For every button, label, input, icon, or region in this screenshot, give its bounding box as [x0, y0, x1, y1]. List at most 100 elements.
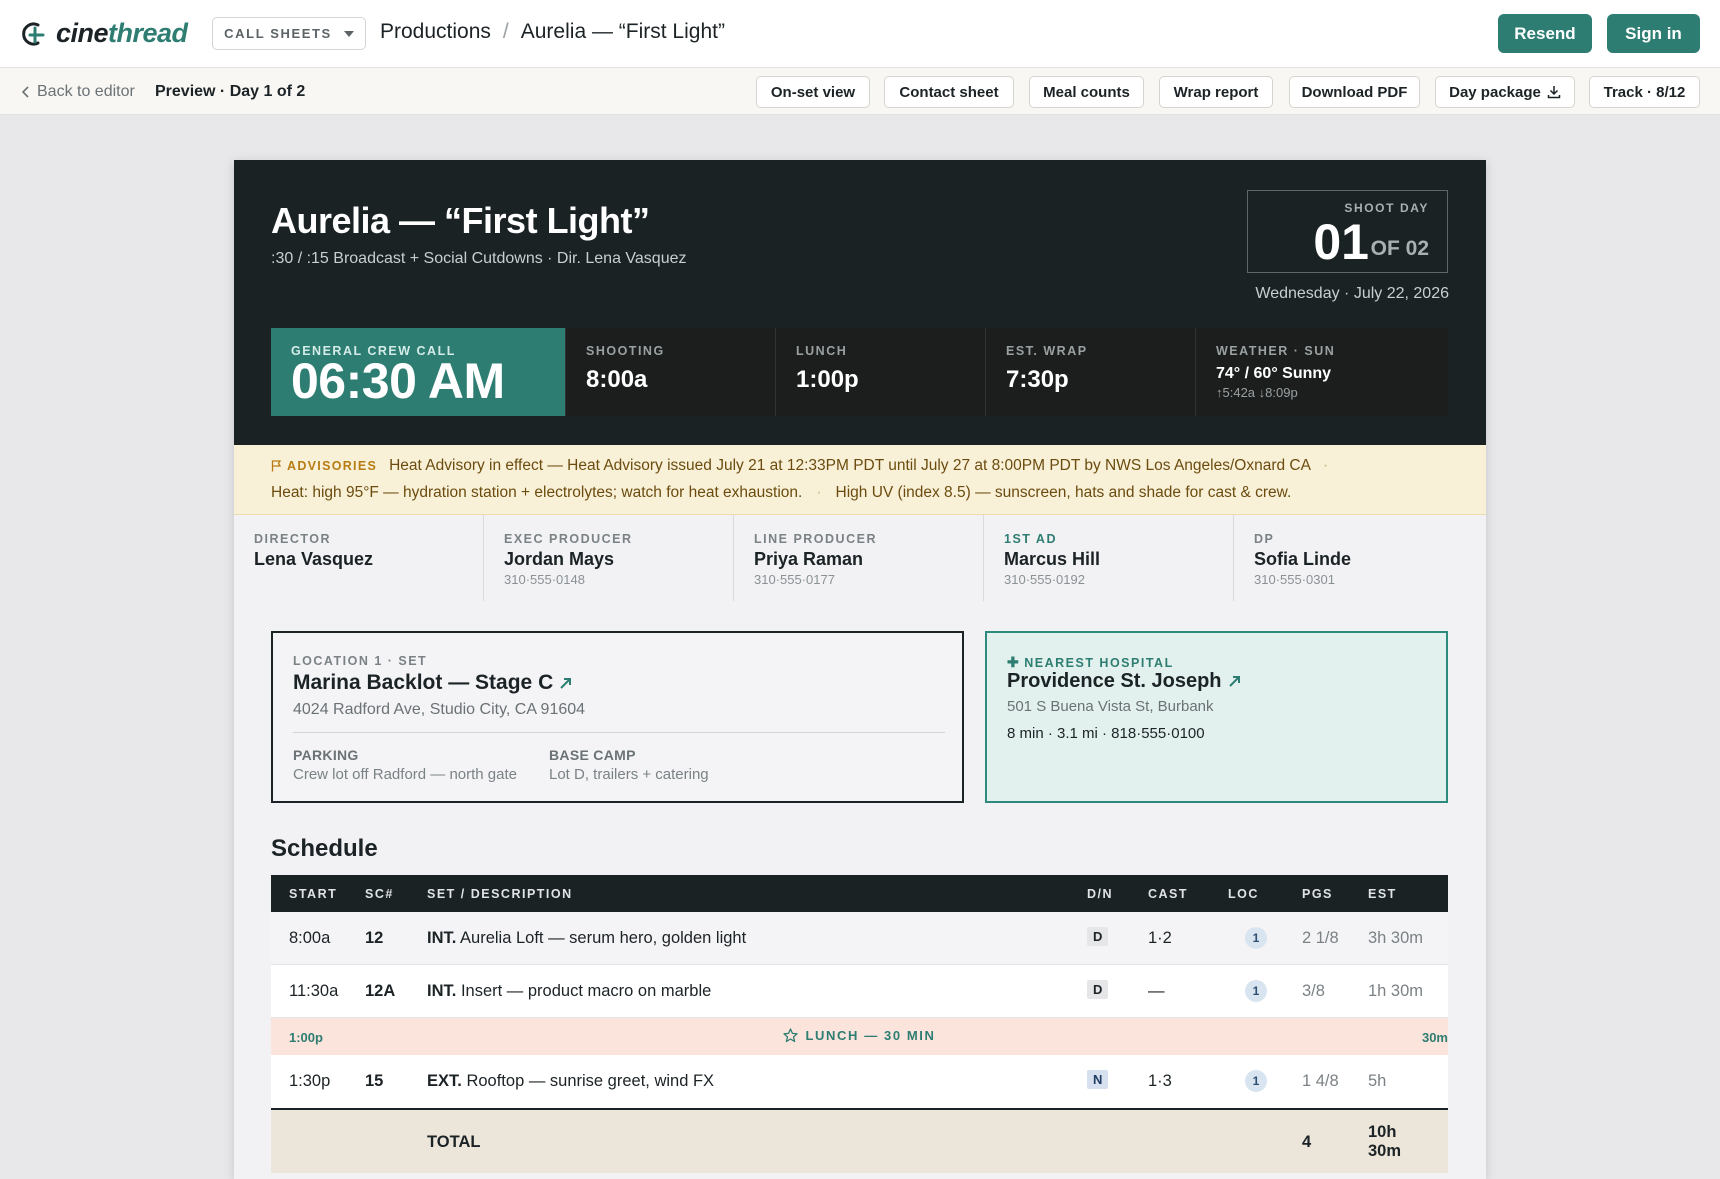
contact-name: Priya Raman	[754, 549, 864, 569]
row-pages: 1 4/8	[1302, 1072, 1339, 1090]
back-to-editor-link[interactable]: Back to editor	[22, 83, 135, 101]
weather-label: WEATHER · SUN	[1216, 344, 1336, 358]
resend-button[interactable]: Resend	[1498, 14, 1592, 53]
preview-toolbar: Back to editor Preview · Day 1 of 2 On-s…	[0, 68, 1720, 115]
table-row[interactable]: 1:30p 15 EXT. Rooftop — sunrise greet, w…	[271, 1055, 1448, 1108]
chevron-down-icon	[343, 30, 354, 37]
schedule-table: START SC# SET / DESCRIPTION D/N CAST LOC…	[271, 875, 1448, 1173]
mode-select-label: CALL SHEETS	[224, 26, 332, 41]
total-pages: 4	[1302, 1133, 1312, 1151]
lunch-duration: 30m	[1421, 1030, 1448, 1045]
int-ext: EXT.	[427, 1072, 462, 1090]
day-package-label: Day package	[1449, 83, 1541, 101]
sign-in-button[interactable]: Sign in	[1607, 14, 1700, 53]
download-icon	[1547, 86, 1561, 99]
total-estimate-hours: 10h	[1368, 1123, 1397, 1141]
brand-name: cinethread	[56, 18, 188, 48]
day-package-button[interactable]: Day package	[1435, 76, 1575, 108]
contact-exec-producer: EXEC PRODUCER Jordan Mays 310·555·0148	[484, 515, 734, 601]
row-description: INT. Aurelia Loft — serum hero, golden l…	[427, 929, 746, 948]
row-cast: —	[1148, 982, 1165, 1000]
advisories-label: ADVISORIES	[287, 459, 378, 473]
contact-role: DIRECTOR	[254, 532, 332, 546]
contact-phone[interactable]: 310·555·0148	[504, 572, 585, 587]
int-ext: INT.	[427, 929, 457, 947]
production-subtitle: :30 / :15 Broadcast + Social Cutdowns · …	[271, 250, 687, 267]
brand-logo[interactable]: cinethread	[18, 18, 188, 49]
basecamp-label: BASE CAMP	[549, 747, 636, 763]
breadcrumb-productions[interactable]: Productions	[380, 20, 491, 44]
wrap-label: EST. WRAP	[1006, 344, 1088, 358]
schedule-title: Schedule	[271, 835, 378, 862]
location-badge: 1	[1245, 980, 1267, 1002]
advisories-tag: ADVISORIES	[271, 459, 377, 473]
hospital-label-row: ✚ NEAREST HOSPITAL	[1007, 654, 1174, 671]
row-estimate: 5h	[1368, 1072, 1387, 1090]
total-estimate-minutes: 30m	[1368, 1142, 1402, 1160]
lunch-break-row: 1:00p LUNCH — 30 MIN 30m	[271, 1018, 1448, 1055]
advisory-item: Heat Advisory in effect — Heat Advisory …	[389, 457, 1311, 474]
row-scene: 12	[365, 929, 384, 947]
contact-role: DP	[1254, 532, 1275, 546]
on-set-view-button[interactable]: On-set view	[756, 76, 870, 108]
contact-line-producer: LINE PRODUCER Priya Raman 310·555·0177	[734, 515, 984, 601]
mode-select[interactable]: CALL SHEETS	[212, 17, 366, 50]
track-button[interactable]: Track · 8/12	[1589, 76, 1700, 108]
row-cast: 1·2	[1148, 929, 1172, 947]
shoot-day-number: 01	[1313, 214, 1369, 270]
col-pages: PGS	[1302, 887, 1333, 901]
day-night-badge: D	[1087, 927, 1109, 946]
contact-name: Marcus Hill	[1004, 549, 1101, 569]
parking-value: Crew lot off Radford — north gate	[293, 766, 518, 783]
shooting-label: SHOOTING	[586, 344, 665, 358]
shoot-day-total: OF 02	[1370, 237, 1429, 260]
int-ext: INT.	[427, 982, 457, 1000]
lunch-label: LUNCH	[796, 344, 848, 358]
download-pdf-button[interactable]: Download PDF	[1289, 76, 1420, 108]
row-estimate: 1h 30m	[1368, 982, 1424, 1000]
col-location: LOC	[1228, 887, 1259, 901]
star-icon	[783, 1028, 799, 1043]
shoot-date: Wednesday · July 22, 2026	[1255, 285, 1449, 302]
weather-forecast: 74° / 60° Sunny	[1216, 365, 1332, 382]
contact-phone[interactable]: 310·555·0177	[754, 572, 835, 587]
contact-phone[interactable]: 310·555·0192	[1004, 572, 1085, 587]
location-address: 4024 Radford Ave, Studio City, CA 91604	[293, 701, 586, 718]
wrap-cell: EST. WRAP 7:30p	[985, 328, 1195, 416]
col-day-night: D/N	[1087, 887, 1114, 901]
table-row[interactable]: 8:00a 12 INT. Aurelia Loft — serum hero,…	[271, 912, 1448, 965]
contact-phone[interactable]: 310·555·0301	[1254, 572, 1335, 587]
total-estimate: 10h 30m	[1368, 1123, 1401, 1161]
weather-cell: WEATHER · SUN 74° / 60° Sunny ↑5:42a ↓8:…	[1195, 328, 1448, 416]
location-name[interactable]: Marina Backlot — Stage C	[293, 671, 572, 695]
lunch-break-text: LUNCH — 30 MIN	[805, 1028, 936, 1043]
contact-sheet-button[interactable]: Contact sheet	[884, 76, 1014, 108]
times-strip: GENERAL CREW CALL 06:30 AM SHOOTING 8:00…	[271, 328, 1448, 416]
lunch-cell: LUNCH 1:00p	[775, 328, 985, 416]
contact-role: 1ST AD	[1004, 532, 1057, 546]
wrap-report-button[interactable]: Wrap report	[1159, 76, 1273, 108]
chevron-left-icon	[22, 86, 29, 98]
row-start: 11:30a	[289, 982, 339, 1000]
hospital-name[interactable]: Providence St. Joseph	[1007, 670, 1241, 693]
sheet-header: Aurelia — “First Light” :30 / :15 Broadc…	[234, 160, 1486, 445]
row-start: 1:30p	[289, 1072, 331, 1090]
set-description: Insert — product macro on marble	[460, 982, 712, 1000]
location-name-text: Marina Backlot — Stage C	[293, 671, 554, 694]
back-to-editor-label: Back to editor	[37, 83, 135, 100]
hospital-card: ✚ NEAREST HOSPITAL Providence St. Joseph…	[985, 631, 1448, 803]
lunch-time: 1:00p	[796, 366, 859, 393]
advisory-separator: ·	[1322, 457, 1329, 474]
table-row[interactable]: 11:30a 12A INT. Insert — product macro o…	[271, 965, 1448, 1018]
divider	[293, 732, 945, 733]
key-contacts: DIRECTOR Lena Vasquez EXEC PRODUCER Jord…	[234, 515, 1486, 601]
crew-call-cell: GENERAL CREW CALL 06:30 AM	[271, 328, 565, 416]
col-scene: SC#	[365, 887, 394, 901]
row-pages: 3/8	[1302, 982, 1325, 1000]
row-description: EXT. Rooftop — sunrise greet, wind FX	[427, 1072, 714, 1091]
location-card: LOCATION 1 · SET Marina Backlot — Stage …	[271, 631, 964, 803]
location-label: LOCATION 1 · SET	[293, 654, 428, 668]
meal-counts-button[interactable]: Meal counts	[1029, 76, 1144, 108]
hospital-address: 501 S Buena Vista St, Burbank	[1007, 698, 1214, 715]
shooting-time: 8:00a	[586, 366, 648, 393]
